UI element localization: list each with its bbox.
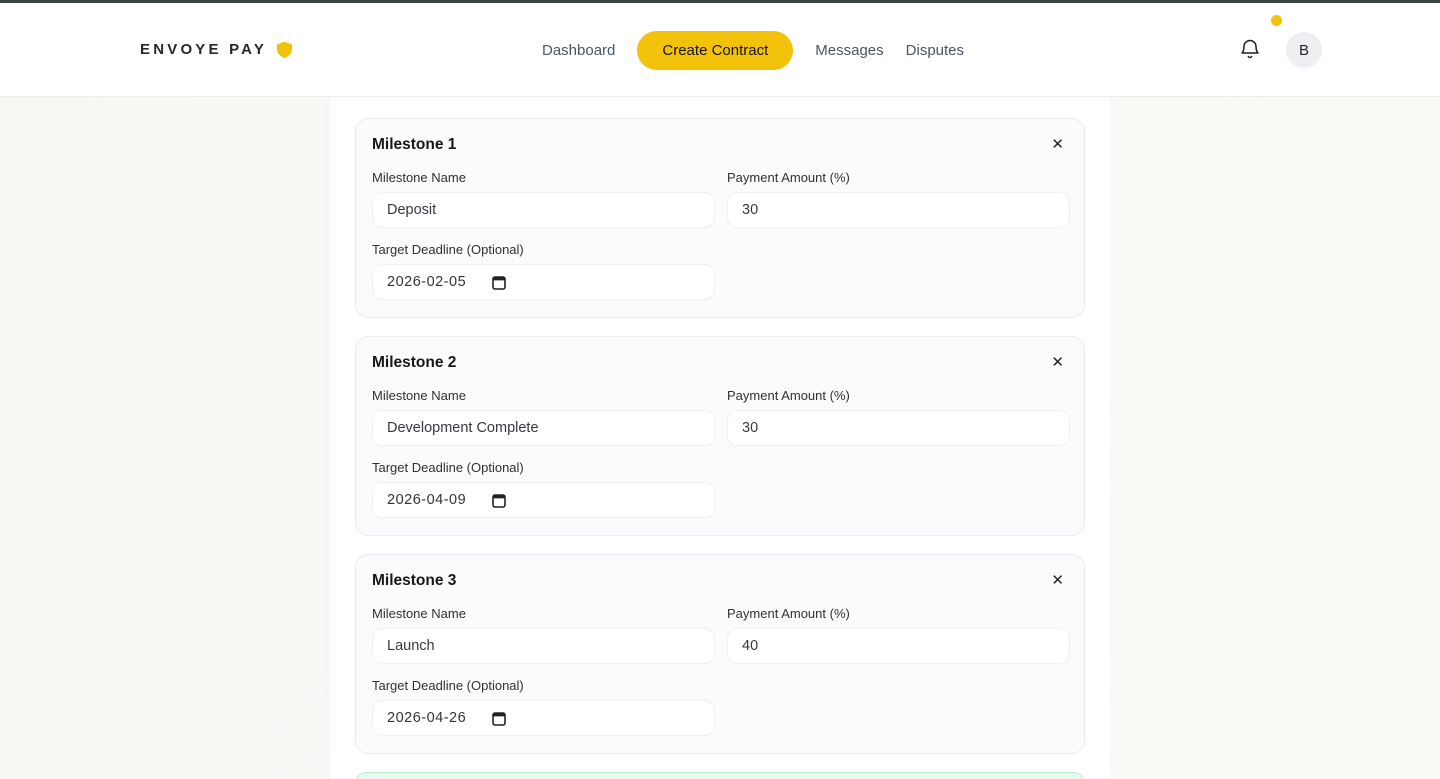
target-deadline-label: Target Deadline (Optional) xyxy=(372,678,715,693)
payment-amount-field: Payment Amount (%) xyxy=(727,606,1070,664)
nav-disputes[interactable]: Disputes xyxy=(906,42,964,59)
milestone-name-input[interactable] xyxy=(372,628,715,664)
payment-amount-label: Payment Amount (%) xyxy=(727,388,1070,403)
app-header: ENVOYE PAY Dashboard Create Contract Mes… xyxy=(0,3,1440,97)
milestone-title: Milestone 2 xyxy=(372,354,456,372)
target-deadline-label: Target Deadline (Optional) xyxy=(372,242,715,257)
milestone-name-label: Milestone Name xyxy=(372,388,715,403)
milestone-card-3: Milestone 3 ✕ Milestone Name Payment Amo… xyxy=(355,554,1085,754)
create-contract-form: Milestone 1 ✕ Milestone Name Payment Amo… xyxy=(330,97,1110,779)
payment-amount-label: Payment Amount (%) xyxy=(727,606,1070,621)
bell-icon xyxy=(1240,39,1260,61)
calendar-icon[interactable] xyxy=(492,493,506,508)
avatar[interactable]: B xyxy=(1286,32,1322,68)
close-icon[interactable]: ✕ xyxy=(1047,571,1068,590)
milestone-name-label: Milestone Name xyxy=(372,606,715,621)
avatar-initial: B xyxy=(1299,42,1309,59)
date-value: 2026-04-26 xyxy=(387,710,466,726)
payment-amount-field: Payment Amount (%) xyxy=(727,170,1070,228)
payment-amount-input[interactable] xyxy=(727,192,1070,228)
milestone-name-input[interactable] xyxy=(372,192,715,228)
milestone-name-field: Milestone Name xyxy=(372,388,715,446)
target-deadline-field: Target Deadline (Optional) 2026-04-09 xyxy=(372,460,715,518)
milestone-card-2: Milestone 2 ✕ Milestone Name Payment Amo… xyxy=(355,336,1085,536)
shield-icon xyxy=(276,41,293,59)
date-value: 2026-04-09 xyxy=(387,492,466,508)
milestone-name-field: Milestone Name xyxy=(372,606,715,664)
brand-name: ENVOYE PAY xyxy=(140,41,267,58)
nav-messages[interactable]: Messages xyxy=(815,42,883,59)
close-icon[interactable]: ✕ xyxy=(1047,353,1068,372)
milestone-card-1: Milestone 1 ✕ Milestone Name Payment Amo… xyxy=(355,118,1085,318)
payment-amount-label: Payment Amount (%) xyxy=(727,170,1070,185)
brand-logo[interactable]: ENVOYE PAY xyxy=(140,41,293,59)
notification-dot xyxy=(1271,15,1282,26)
target-deadline-input[interactable]: 2026-04-26 xyxy=(372,700,715,736)
target-deadline-field: Target Deadline (Optional) 2026-04-26 xyxy=(372,678,715,736)
milestone-name-input[interactable] xyxy=(372,410,715,446)
milestone-name-label: Milestone Name xyxy=(372,170,715,185)
payment-amount-input[interactable] xyxy=(727,410,1070,446)
calendar-icon[interactable] xyxy=(492,275,506,290)
target-deadline-input[interactable]: 2026-04-09 xyxy=(372,482,715,518)
payment-amount-field: Payment Amount (%) xyxy=(727,388,1070,446)
date-value: 2026-02-05 xyxy=(387,274,466,290)
target-deadline-input[interactable]: 2026-02-05 xyxy=(372,264,715,300)
notifications-button[interactable] xyxy=(1240,39,1260,61)
milestone-name-field: Milestone Name xyxy=(372,170,715,228)
milestone-title: Milestone 1 xyxy=(372,136,456,154)
target-deadline-field: Target Deadline (Optional) 2026-02-05 xyxy=(372,242,715,300)
milestone-title: Milestone 3 xyxy=(372,572,456,590)
target-deadline-label: Target Deadline (Optional) xyxy=(372,460,715,475)
calendar-icon[interactable] xyxy=(492,711,506,726)
nav-dashboard[interactable]: Dashboard xyxy=(542,42,615,59)
nav-create-contract[interactable]: Create Contract xyxy=(637,31,793,70)
close-icon[interactable]: ✕ xyxy=(1047,135,1068,154)
payment-amount-input[interactable] xyxy=(727,628,1070,664)
main-nav: Dashboard Create Contract Messages Dispu… xyxy=(542,3,964,97)
total-banner xyxy=(355,772,1085,779)
header-actions: B xyxy=(1240,3,1322,97)
